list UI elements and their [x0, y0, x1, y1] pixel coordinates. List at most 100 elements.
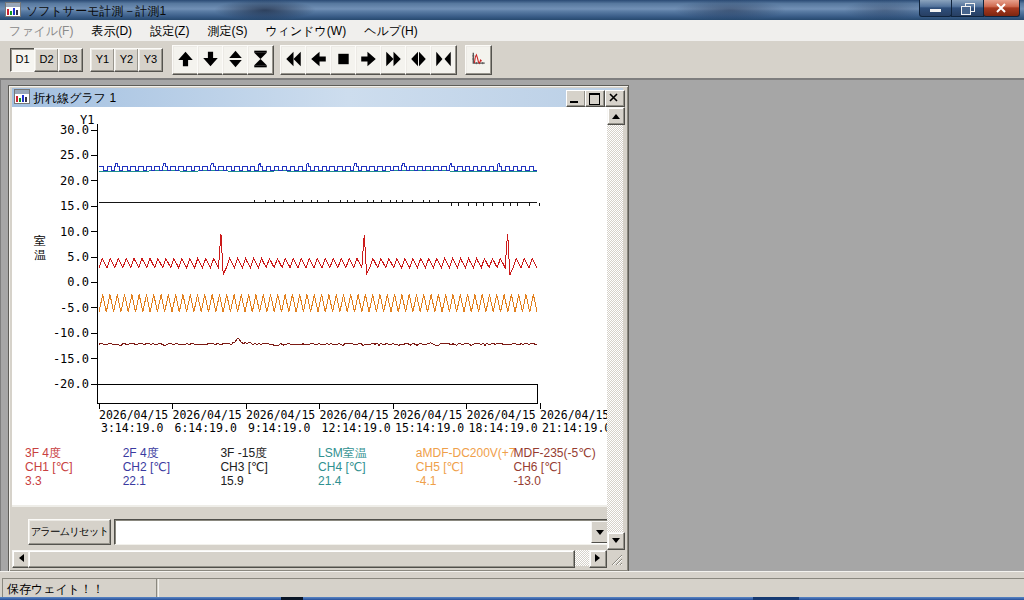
horizontal-scrollbar-thumb[interactable] — [28, 550, 575, 568]
menu-item-window[interactable]: ウィンドウ(W) — [256, 20, 355, 41]
legend-channel: CH6 [℃] — [514, 460, 596, 474]
svg-text:2026/04/15: 2026/04/15 — [320, 408, 389, 422]
menu-bar: ファイル(F)表示(D)設定(Z)測定(S)ウィンドウ(W)ヘルプ(H) — [0, 20, 1024, 41]
horizontal-scrollbar[interactable] — [12, 550, 607, 566]
minimize-button[interactable] — [919, 0, 952, 17]
toolbar-button-graph[interactable] — [465, 45, 492, 75]
svg-text:Y1: Y1 — [80, 113, 94, 127]
restore-button[interactable] — [951, 0, 984, 17]
minimize-icon — [930, 9, 941, 12]
menu-item-help[interactable]: ヘルプ(H) — [355, 20, 427, 41]
toolbar-button-d3[interactable]: D3 — [58, 48, 83, 72]
collapse-horizontal-icon — [432, 46, 455, 72]
arrow-down-icon — [199, 46, 222, 72]
triangle-down-icon — [612, 538, 620, 547]
titlebar-glass-artifact — [845, 0, 925, 20]
graph-maximize-button[interactable] — [585, 90, 605, 107]
toolbar-button-y3[interactable]: Y3 — [138, 48, 163, 72]
svg-text:0.0: 0.0 — [67, 275, 89, 289]
toolbar-button-arrow-right[interactable] — [355, 45, 382, 75]
svg-text:9:14:19.0: 9:14:19.0 — [248, 421, 310, 435]
double-arrow-right-icon — [382, 46, 405, 72]
graph-window-icon — [14, 89, 30, 105]
legend-channel: CH3 [℃] — [220, 460, 267, 474]
toolbar-button-y1[interactable]: Y1 — [90, 48, 115, 72]
stop-icon — [332, 46, 355, 72]
maximize-icon — [589, 93, 600, 105]
close-button[interactable] — [983, 0, 1020, 17]
graph-minimize-button[interactable] — [566, 90, 586, 107]
toolbar-button-arrow-up[interactable] — [172, 45, 199, 75]
graph-icon — [467, 46, 490, 72]
legend-name: aMDF-DC200V(+7 — [416, 446, 516, 460]
toolbar-button-stop[interactable] — [330, 45, 357, 75]
legend-ch6: MDF-235(-5℃)CH6 [℃]-13.0 — [514, 446, 596, 488]
svg-text:2026/04/15: 2026/04/15 — [393, 408, 462, 422]
expand-horizontal-icon — [407, 46, 430, 72]
graph-window-title: 折れ線グラフ 1 — [33, 90, 116, 107]
toolbar-button-expand-horizontal[interactable] — [405, 45, 432, 75]
titlebar-glass-artifact — [675, 0, 785, 20]
triangle-up-icon — [612, 110, 620, 119]
scroll-right-button[interactable] — [589, 550, 607, 568]
toolbar-button-expand-vertical[interactable] — [222, 45, 249, 75]
legend-ch4: LSM室温CH4 [℃]21.4 — [318, 446, 367, 488]
legend-value: 22.1 — [123, 474, 170, 488]
scroll-up-button[interactable] — [607, 107, 625, 125]
resize-grip[interactable] — [607, 550, 623, 566]
collapse-vertical-icon — [249, 46, 272, 72]
arrow-up-icon — [174, 46, 197, 72]
minimize-icon — [570, 101, 578, 103]
message-combobox[interactable] — [114, 519, 610, 545]
titlebar-glass-artifact — [215, 0, 315, 20]
svg-text:20.0: 20.0 — [60, 174, 89, 188]
svg-text:-10.0: -10.0 — [53, 326, 89, 340]
menu-item-view[interactable]: 表示(D) — [82, 20, 141, 41]
graph-close-button[interactable] — [605, 90, 625, 107]
combobox-dropdown-button[interactable] — [591, 521, 608, 543]
svg-text:2026/04/15: 2026/04/15 — [173, 408, 242, 422]
svg-text:2026/04/15: 2026/04/15 — [99, 408, 168, 422]
legend-name: MDF-235(-5℃) — [514, 446, 596, 460]
svg-text:2026/04/15: 2026/04/15 — [540, 408, 609, 422]
toolbar-button-d1[interactable]: D1 — [10, 48, 35, 72]
svg-text:5.0: 5.0 — [67, 250, 89, 264]
toolbar-button-y2[interactable]: Y2 — [114, 48, 139, 72]
legend-channel: CH1 [℃] — [25, 460, 72, 474]
svg-text:15.0: 15.0 — [60, 199, 89, 213]
scroll-down-button[interactable] — [607, 532, 625, 550]
toolbar-button-arrow-left[interactable] — [305, 45, 332, 75]
legend-value: -4.1 — [416, 474, 516, 488]
svg-text:21:14:19.0: 21:14:19.0 — [542, 421, 611, 435]
legend-ch5: aMDF-DC200V(+7CH5 [℃]-4.1 — [416, 446, 516, 488]
menu-item-settings[interactable]: 設定(Z) — [141, 20, 198, 41]
legend-name: 3F -15度 — [220, 446, 267, 460]
toolbar-button-double-arrow-right[interactable] — [380, 45, 407, 75]
expand-vertical-icon — [224, 46, 247, 72]
arrow-right-icon — [357, 46, 380, 72]
legend-value: 21.4 — [318, 474, 367, 488]
toolbar-button-double-arrow-left[interactable] — [280, 45, 307, 75]
legend-value: -13.0 — [514, 474, 596, 488]
toolbar-button-collapse-horizontal[interactable] — [430, 45, 457, 75]
svg-text:2026/04/15: 2026/04/15 — [246, 408, 315, 422]
legend-name: 3F 4度 — [25, 446, 72, 460]
svg-text:室: 室 — [34, 234, 46, 248]
alarm-reset-button[interactable]: アラームリセット — [28, 519, 111, 545]
app-icon — [5, 2, 21, 18]
svg-text:温: 温 — [34, 248, 46, 262]
triangle-left-icon — [15, 554, 24, 562]
svg-text:12:14:19.0: 12:14:19.0 — [322, 421, 391, 435]
toolbar-button-d2[interactable]: D2 — [34, 48, 59, 72]
svg-text:-20.0: -20.0 — [53, 377, 89, 391]
legend-value: 15.9 — [220, 474, 267, 488]
legend-channel: CH4 [℃] — [318, 460, 367, 474]
menu-item-file[interactable]: ファイル(F) — [0, 20, 82, 41]
vertical-scrollbar[interactable] — [607, 107, 623, 550]
legend-ch1: 3F 4度CH1 [℃]3.3 — [25, 446, 72, 488]
toolbar-button-collapse-vertical[interactable] — [247, 45, 274, 75]
menu-item-measure[interactable]: 測定(S) — [198, 20, 256, 41]
window-title: ソフトサーモ計測－計測1 — [26, 3, 166, 20]
toolbar-button-arrow-down[interactable] — [197, 45, 224, 75]
triangle-right-icon — [595, 554, 604, 562]
